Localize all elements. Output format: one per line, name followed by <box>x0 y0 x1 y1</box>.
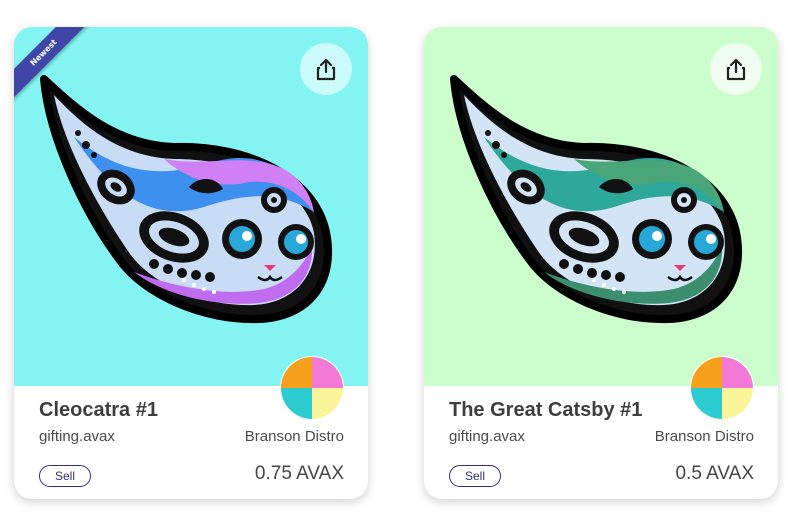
sell-button[interactable]: Sell <box>449 465 501 487</box>
nft-title: Cleocatra #1 <box>39 399 158 421</box>
creator-name[interactable]: Branson Distro <box>245 428 344 445</box>
collection-handle: gifting.avax <box>39 428 115 445</box>
sell-button[interactable]: Sell <box>39 465 91 487</box>
creator-avatar[interactable] <box>690 356 754 420</box>
creator-avatar[interactable] <box>280 356 344 420</box>
share-button[interactable] <box>710 43 762 95</box>
price-label: 0.5 AVAX <box>675 463 754 484</box>
share-button[interactable] <box>300 43 352 95</box>
nft-title: The Great Catsby #1 <box>449 399 643 421</box>
creator-name[interactable]: Branson Distro <box>655 428 754 445</box>
collection-handle: gifting.avax <box>449 428 525 445</box>
price-label: 0.75 AVAX <box>254 463 344 484</box>
share-icon <box>316 58 336 81</box>
share-icon <box>726 58 746 81</box>
nft-card[interactable]: The Great Catsby #1 gifting.avax Branson… <box>424 27 778 499</box>
nft-card[interactable]: Newest Cleocatra #1 gifting.avax Branson… <box>14 27 368 499</box>
